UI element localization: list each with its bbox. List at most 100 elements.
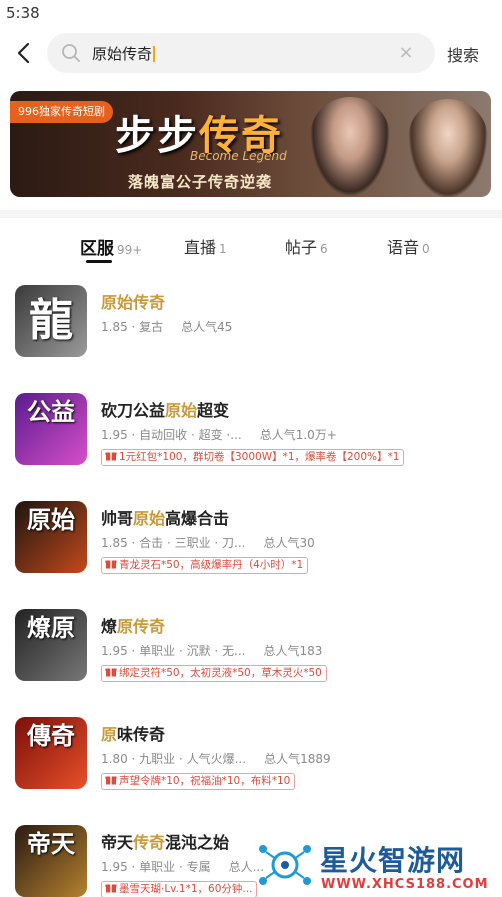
game-thumbnail: 帝天 [15, 825, 87, 897]
game-name-highlight: 原始 [165, 401, 198, 420]
game-thumbnail-text: 原始 [27, 505, 75, 534]
game-thumbnail-text: 龍 [29, 295, 73, 346]
gift-pack-badge: 声望令牌*10，祝福油*10，布料*10 [101, 773, 296, 790]
game-thumbnail: 公益 [15, 393, 87, 465]
game-name-part: 高爆合击 [165, 509, 230, 528]
banner-subtitle-en: Become Legend [190, 149, 287, 163]
game-name: 原始传奇 [101, 289, 165, 313]
gift-pack-badge: 1元红包*100，群切卷【3000W】*1，爆率卷【200%】*1 [101, 449, 405, 466]
tab-count: 99+ [117, 243, 143, 257]
tab-label: 直播 [184, 238, 217, 257]
status-time: 5:38 [6, 4, 40, 22]
gift-pack-text: 1元红包*100，群切卷【3000W】*1，爆率卷【200%】*1 [119, 451, 400, 463]
game-thumbnail: 傳奇 [15, 717, 87, 789]
game-name-highlight: 原 [101, 725, 118, 744]
banner-subtitle: 落魄富公子传奇逆袭 [128, 173, 273, 191]
game-meta: 1.85 · 合击 · 三职业 · 刀... 总人气30 [101, 534, 315, 551]
clear-icon[interactable]: × [397, 44, 415, 62]
game-list-item[interactable]: 公益 砍刀公益原始超变 1.95 · 自动回收 · 超变 ·... 总人气1.0万+ 1… [0, 393, 502, 493]
game-name-highlight: 原始 [133, 509, 166, 528]
game-thumbnail: 龍 [15, 285, 87, 357]
game-meta: 1.80 · 九职业 · 人气火爆... 总人气1889 [101, 750, 331, 767]
watermark-name: 星火智游网 [320, 844, 466, 877]
gift-pack-badge: 青龙灵石*50，高级爆率丹（4小时）*1 [101, 557, 309, 574]
banner-title-a: 步步 [115, 112, 199, 159]
tab-count: 0 [422, 242, 430, 256]
game-thumbnail-text: 燎原 [27, 613, 75, 642]
game-name-part: 帅哥 [101, 509, 134, 528]
status-bar: 5:38 [0, 0, 502, 26]
game-popularity: 总人气45 [181, 320, 233, 334]
gift-pack-badge: 绑定灵符*50，太初灵液*50，草木灵火*50 [101, 665, 327, 682]
game-list-item[interactable]: 龍 原始传奇 1.85 · 复古 总人气45 [0, 285, 502, 385]
tab-label: 帖子 [285, 238, 318, 257]
game-meta: 1.95 · 单职业 · 专属 总人... [101, 858, 264, 875]
game-name: 原味传奇 [101, 721, 165, 745]
game-tags: 1.85 · 合击 · 三职业 · 刀... [101, 536, 246, 550]
gift-pack-text: 墨雪天瑚·Lv.1*1，60分钟... [119, 883, 253, 895]
search-query-text: 原始传奇 [92, 45, 153, 63]
game-popularity: 总人气1889 [264, 752, 331, 766]
tab-live[interactable]: 直播 1 [184, 234, 227, 258]
search-icon [62, 44, 80, 62]
game-name-highlight: 原传奇 [117, 617, 166, 636]
game-name-part: 混沌之始 [165, 833, 230, 852]
site-watermark: 星火智游网 WWW.XHCS188.COM [245, 835, 502, 897]
chevron-left-icon [17, 42, 30, 64]
game-list-item[interactable]: 原始 帅哥原始高爆合击 1.85 · 合击 · 三职业 · 刀... 总人气30 青龙灵… [0, 501, 502, 601]
tab-servers[interactable]: 区服 99+ [80, 234, 142, 259]
gift-icon [105, 668, 117, 677]
search-button[interactable]: 搜索 [447, 42, 479, 66]
search-query[interactable]: 原始传奇 [92, 43, 156, 64]
game-tags: 1.80 · 九职业 · 人气火爆... [101, 752, 247, 766]
tab-posts[interactable]: 帖子 6 [285, 234, 328, 258]
game-thumbnail-text: 傳奇 [27, 721, 75, 750]
game-name: 燎原传奇 [101, 613, 165, 637]
tab-voice[interactable]: 语音 0 [387, 234, 430, 258]
game-name: 帝天传奇混沌之始 [101, 829, 229, 853]
game-name-part: 砍刀公益 [101, 401, 166, 420]
tab-count: 6 [320, 242, 328, 256]
game-name: 帅哥原始高爆合击 [101, 505, 229, 529]
game-popularity: 总人气1.0万+ [259, 428, 337, 442]
banner-tag: 996独家传奇短剧 [10, 101, 113, 123]
game-name-part: 味传奇 [117, 725, 166, 744]
game-list-item[interactable]: 燎原 燎原传奇 1.95 · 单职业 · 沉默 · 无... 总人气183 绑定灵符*5… [0, 609, 502, 709]
tab-count: 1 [219, 242, 227, 256]
back-button[interactable] [12, 40, 38, 66]
gift-pack-text: 绑定灵符*50，太初灵液*50，草木灵火*50 [119, 667, 322, 679]
game-thumbnail-text: 帝天 [27, 829, 75, 858]
game-name-highlight: 传奇 [133, 833, 166, 852]
section-divider [0, 210, 502, 218]
game-name: 砍刀公益原始超变 [101, 397, 229, 421]
game-meta: 1.95 · 单职业 · 沉默 · 无... 总人气183 [101, 642, 322, 659]
game-thumbnail: 原始 [15, 501, 87, 573]
gift-pack-text: 声望令牌*10，祝福油*10，布料*10 [119, 775, 291, 787]
game-name-highlight: 原始传奇 [101, 293, 166, 312]
banner-actor-image [310, 97, 390, 197]
gift-icon [105, 776, 117, 785]
game-tags: 1.95 · 单职业 · 专属 [101, 860, 211, 874]
gift-icon [105, 452, 117, 461]
game-meta: 1.95 · 自动回收 · 超变 ·... 总人气1.0万+ [101, 426, 337, 443]
promo-banner[interactable]: 996独家传奇短剧 步步传奇 Become Legend 落魄富公子传奇逆袭 [10, 91, 491, 197]
game-thumbnail-text: 公益 [27, 397, 75, 426]
gift-pack-badge: 墨雪天瑚·Lv.1*1，60分钟... [101, 881, 258, 897]
active-tab-indicator [86, 260, 112, 263]
game-tags: 1.95 · 自动回收 · 超变 ·... [101, 428, 242, 442]
tab-label: 语音 [387, 238, 420, 257]
gift-icon [105, 560, 117, 569]
watermark-url: WWW.XHCS188.COM [321, 877, 489, 892]
gift-icon [105, 884, 117, 893]
game-name-part: 燎 [101, 617, 118, 636]
game-tags: 1.95 · 单职业 · 沉默 · 无... [101, 644, 246, 658]
search-input[interactable]: 原始传奇 × [47, 33, 435, 73]
game-popularity: 总人气30 [263, 536, 315, 550]
game-thumbnail: 燎原 [15, 609, 87, 681]
game-list-item[interactable]: 傳奇 原味传奇 1.80 · 九职业 · 人气火爆... 总人气1889 声望令牌*10… [0, 717, 502, 817]
game-tags: 1.85 · 复古 [101, 320, 164, 334]
game-name-part: 超变 [197, 401, 230, 420]
game-name-part: 帝天 [101, 833, 134, 852]
gift-pack-text: 青龙灵石*50，高级爆率丹（4小时）*1 [119, 559, 304, 571]
game-popularity: 总人气183 [263, 644, 323, 658]
